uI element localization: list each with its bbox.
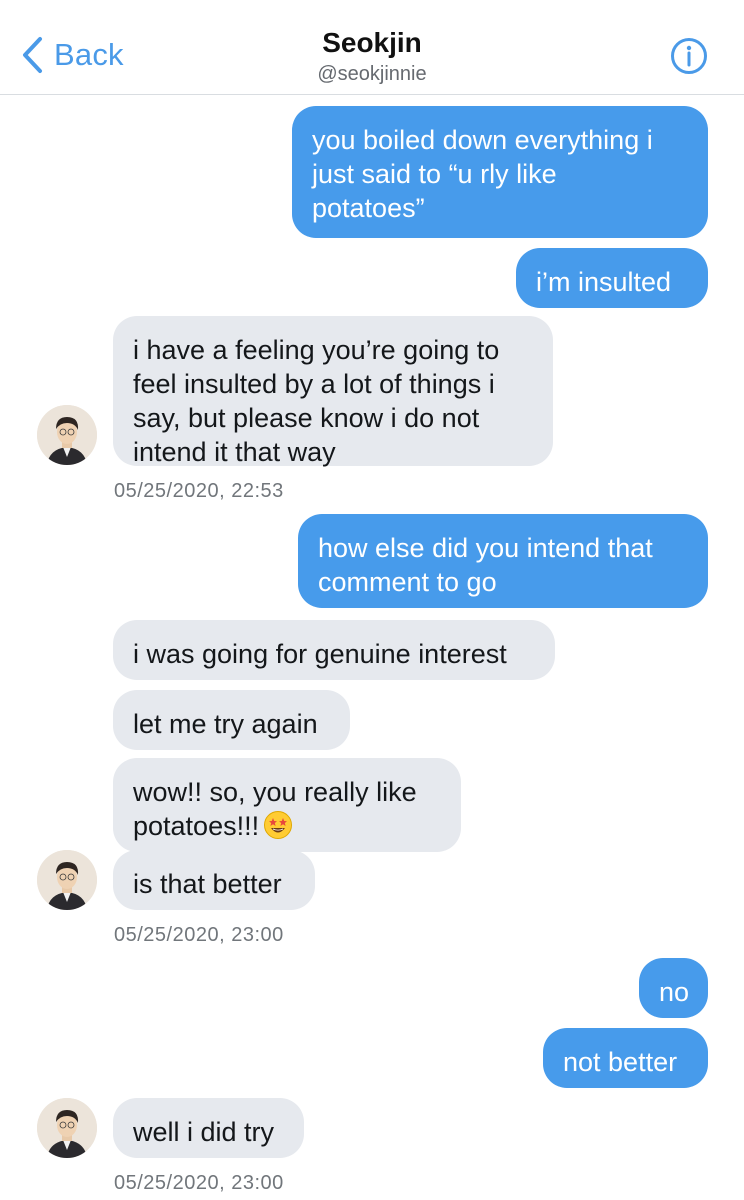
message-text-line: you boiled down everything i xyxy=(312,125,653,155)
avatar-image xyxy=(37,405,97,465)
message-text-line: i have a feeling you’re going to xyxy=(133,335,500,365)
message-text-line: just said to “u rly like xyxy=(312,159,557,189)
message-text-line: let me try again xyxy=(133,709,318,739)
incoming-message-bubble[interactable]: i have a feeling you’re going to feel ins… xyxy=(113,316,553,467)
message-timestamp: 05/25/2020, 23:00 xyxy=(114,924,284,946)
incoming-message-bubble[interactable]: let me try again xyxy=(113,690,350,750)
incoming-message-bubble[interactable]: wow!! so, you really like potatoes!!! xyxy=(113,758,461,852)
message-text-line: not better xyxy=(563,1047,678,1077)
message-text-line: is that better xyxy=(133,869,282,899)
incoming-message-bubble[interactable]: is that better xyxy=(113,850,315,910)
avatar-image xyxy=(37,850,97,910)
message-text-line: potatoes” xyxy=(312,193,425,223)
avatar[interactable] xyxy=(37,405,97,465)
incoming-message-bubble[interactable]: well i did try xyxy=(113,1098,304,1158)
message-text-line: comment to go xyxy=(318,567,497,597)
chat-header: Back Seokjin @seokjinnie xyxy=(0,0,744,95)
message-text-line: i’m insulted xyxy=(536,267,672,297)
message-timestamp: 05/25/2020, 23:00 xyxy=(114,1172,284,1194)
message-text-line: i was going for genuine interest xyxy=(133,639,507,669)
message-text-line: well i did try xyxy=(133,1117,275,1147)
outgoing-message-bubble[interactable]: not better xyxy=(543,1028,708,1088)
message-timestamp: 05/25/2020, 22:53 xyxy=(114,480,284,502)
outgoing-message-bubble[interactable]: i’m insulted xyxy=(516,248,708,308)
contact-handle: @seokjinnie xyxy=(317,63,427,85)
incoming-message-bubble[interactable]: i was going for genuine interest xyxy=(113,620,555,680)
message-text-line: wow!! so, you really like xyxy=(133,777,417,807)
message-text-line: how else did you intend that xyxy=(318,533,653,563)
outgoing-message-bubble[interactable]: no xyxy=(639,958,708,1018)
message-text-line: feel insulted by a lot of things i xyxy=(133,369,495,399)
avatar[interactable] xyxy=(37,850,97,910)
outgoing-message-bubble[interactable]: how else did you intend that comment to g… xyxy=(298,514,708,608)
message-text-line: potatoes!!! xyxy=(133,809,441,843)
avatar-image xyxy=(37,1098,97,1158)
message-text-line: say, but please know i do not xyxy=(133,403,480,433)
info-button[interactable] xyxy=(670,37,708,75)
message-text-line: no xyxy=(659,977,690,1007)
outgoing-message-bubble[interactable]: you boiled down everything i just said to… xyxy=(292,106,708,238)
message-text-line: intend it that way xyxy=(133,437,336,467)
avatar[interactable] xyxy=(37,1098,97,1158)
contact-name: Seokjin xyxy=(322,27,422,58)
star-struck-emoji-icon xyxy=(263,810,293,840)
info-icon xyxy=(671,38,707,74)
